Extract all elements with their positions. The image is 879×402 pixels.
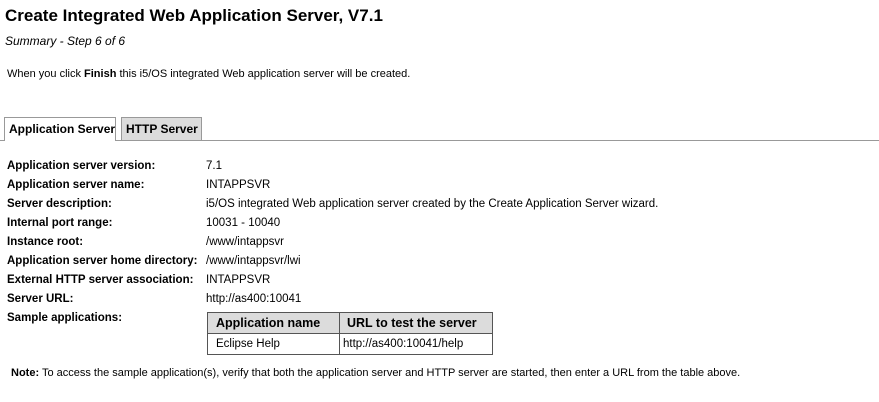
note-text: Note: To access the sample application(s… xyxy=(11,367,740,379)
property-label-server-name: Application server name: xyxy=(7,179,145,191)
column-header-application-name: Application name xyxy=(207,312,340,334)
property-value-http-association: INTAPPSVR xyxy=(206,274,271,286)
step-subtitle: Summary - Step 6 of 6 xyxy=(5,34,126,48)
property-value-instance-root: /www/intappsvr xyxy=(206,236,284,248)
note-body: To access the sample application(s), ver… xyxy=(39,367,741,379)
page-title: Create Integrated Web Application Server… xyxy=(5,6,383,25)
note-label: Note: xyxy=(11,367,40,379)
property-value-port-range: 10031 - 10040 xyxy=(206,217,281,229)
property-value-home-directory: /www/intappsvr/lwi xyxy=(206,255,301,267)
intro-finish-word: Finish xyxy=(84,68,117,80)
table-header-row: Application name URL to test the server xyxy=(207,312,493,334)
intro-prefix: When you click xyxy=(7,68,85,80)
property-label-home-directory: Application server home directory: xyxy=(7,255,198,267)
property-value-server-name: INTAPPSVR xyxy=(206,179,271,191)
intro-text: When you click Finish this i5/OS integra… xyxy=(7,68,410,80)
tab-http-server[interactable]: HTTP Server xyxy=(121,117,202,140)
tab-application-server[interactable]: Application Server xyxy=(4,117,116,141)
property-value-description: i5/OS integrated Web application server … xyxy=(206,198,659,210)
intro-suffix: this i5/OS integrated Web application se… xyxy=(116,68,411,80)
property-label-http-association: External HTTP server association: xyxy=(7,274,194,286)
table-row: Eclipse Help http://as400:10041/help xyxy=(207,333,493,355)
column-header-test-url: URL to test the server xyxy=(339,312,493,334)
property-label-port-range: Internal port range: xyxy=(7,217,113,229)
property-label-sample-applications: Sample applications: xyxy=(7,312,123,324)
property-value-server-url: http://as400:10041 xyxy=(206,293,302,305)
property-label-instance-root: Instance root: xyxy=(7,236,84,248)
property-value-server-version: 7.1 xyxy=(206,160,222,172)
property-label-description: Server description: xyxy=(7,198,112,210)
tab-strip: Application Server HTTP Server xyxy=(0,117,879,141)
property-label-server-version: Application server version: xyxy=(7,160,156,172)
sample-applications-table: Application name URL to test the server … xyxy=(207,312,493,355)
tab-baseline xyxy=(0,140,879,141)
cell-test-url: http://as400:10041/help xyxy=(339,333,493,355)
property-label-server-url: Server URL: xyxy=(7,293,74,305)
cell-application-name: Eclipse Help xyxy=(207,333,340,355)
